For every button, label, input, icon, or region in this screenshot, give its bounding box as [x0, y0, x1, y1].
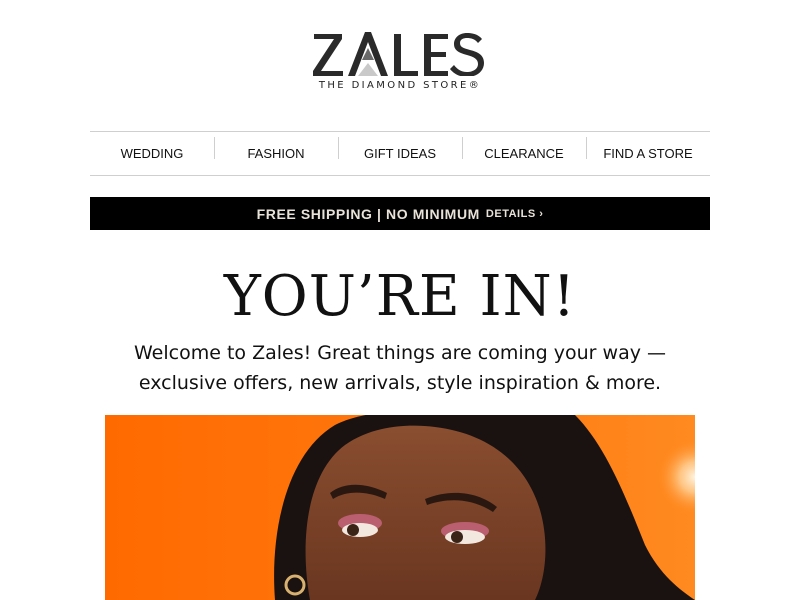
- welcome-message-line-2: exclusive offers, new arrivals, style in…: [138, 372, 662, 394]
- promo-text: FREE SHIPPING | NO MINIMUM: [256, 205, 480, 222]
- brand-tagline: THE DIAMOND STORE®: [318, 80, 482, 91]
- zales-logo[interactable]: THE DIAMOND STORE®: [312, 30, 488, 91]
- nav-item-clearance[interactable]: CLEARANCE: [462, 137, 586, 161]
- nav-item-gift-ideas[interactable]: GIFT IDEAS: [338, 137, 462, 161]
- nav-item-find-a-store[interactable]: FIND A STORE: [586, 137, 710, 161]
- promo-details-link[interactable]: DETAILS ›: [486, 208, 543, 220]
- nav-item-fashion[interactable]: FASHION: [214, 137, 338, 161]
- free-shipping-banner[interactable]: FREE SHIPPING | NO MINIMUM DETAILS ›: [90, 197, 710, 230]
- brand-header: THE DIAMOND STORE®: [0, 30, 800, 93]
- welcome-message-line-1: Welcome to Zales! Great things are comin…: [134, 342, 666, 364]
- zales-wordmark: [313, 32, 484, 76]
- model-portrait-illustration: [274, 415, 695, 600]
- welcome-message: Welcome to Zales! Great things are comin…: [0, 338, 800, 398]
- hero-image[interactable]: [105, 415, 695, 600]
- page-headline: YOU’RE IN!: [223, 264, 577, 329]
- nav-item-wedding[interactable]: WEDDING: [90, 146, 214, 161]
- main-navigation: WEDDING FASHION GIFT IDEAS CLEARANCE FIN…: [90, 131, 710, 176]
